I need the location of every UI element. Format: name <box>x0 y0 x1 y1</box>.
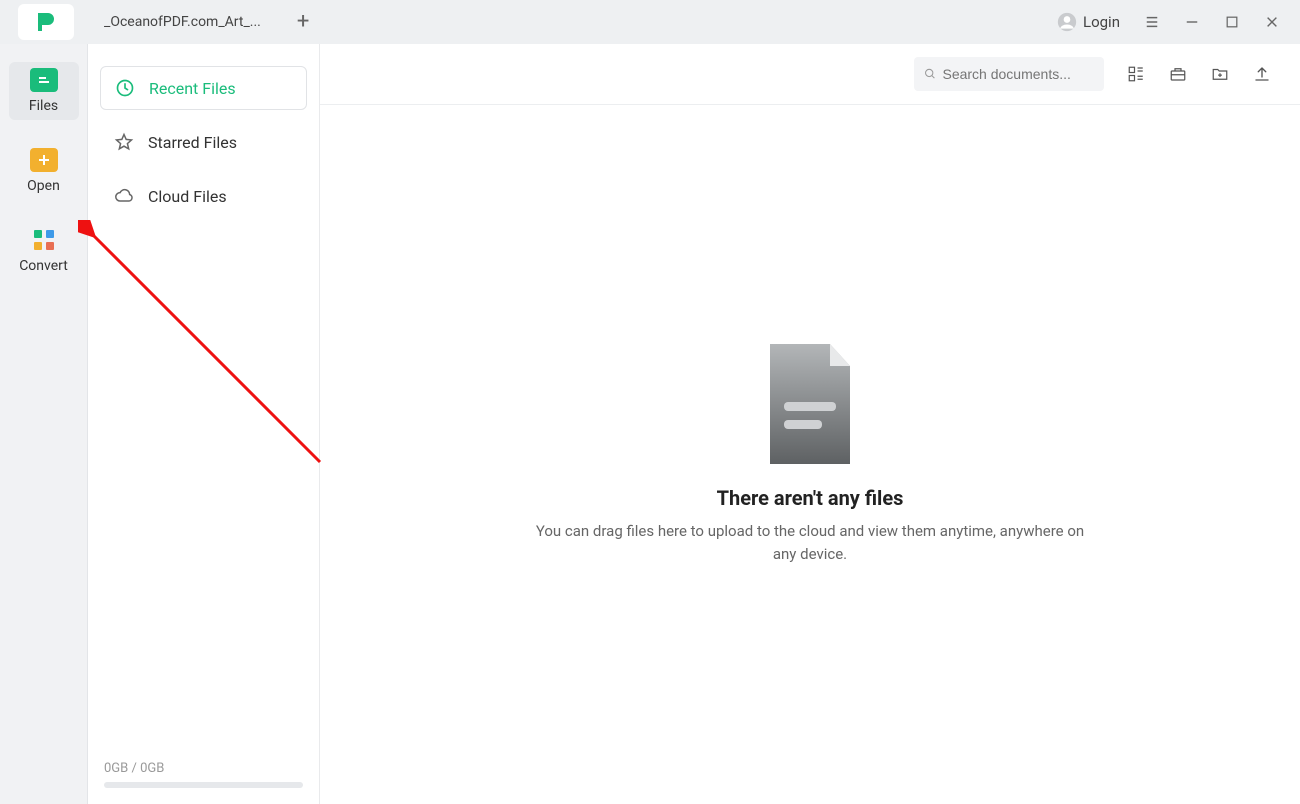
search-box[interactable] <box>914 57 1104 91</box>
empty-subtitle: You can drag files here to upload to the… <box>530 520 1090 565</box>
empty-title: There aren't any files <box>717 486 904 510</box>
titlebar: _OceanofPDF.com_Art_... + Login <box>0 0 1300 44</box>
files-icon <box>30 68 58 92</box>
nav-label-starred: Starred Files <box>148 133 237 152</box>
login-label: Login <box>1083 13 1120 31</box>
rail-label-open: Open <box>27 178 60 194</box>
rail-label-files: Files <box>29 98 58 114</box>
app-logo-icon <box>34 10 58 34</box>
cloud-icon <box>114 186 134 206</box>
hamburger-icon <box>1145 15 1159 29</box>
maximize-icon <box>1225 15 1239 29</box>
folder-plus-icon <box>1211 65 1229 83</box>
close-button[interactable] <box>1252 0 1292 44</box>
document-tab[interactable]: _OceanofPDF.com_Art_... <box>104 14 261 30</box>
rail-label-convert: Convert <box>19 258 68 274</box>
upload-button[interactable] <box>1252 64 1272 84</box>
rail-item-open[interactable]: Open <box>9 142 79 200</box>
storage-text: 0GB / 0GB <box>104 761 303 776</box>
view-grid-icon <box>1127 65 1145 83</box>
minimize-button[interactable] <box>1172 0 1212 44</box>
new-folder-button[interactable] <box>1210 64 1230 84</box>
left-rail: Files Open Convert <box>0 44 88 804</box>
view-toggle-button[interactable] <box>1126 64 1146 84</box>
main-content: There aren't any files You can drag file… <box>320 44 1300 804</box>
search-icon <box>924 67 936 81</box>
upload-icon <box>1253 65 1271 83</box>
search-input[interactable] <box>942 66 1094 82</box>
rail-item-convert[interactable]: Convert <box>9 222 79 280</box>
star-icon <box>114 132 134 152</box>
user-icon <box>1057 12 1077 32</box>
nav-label-recent: Recent Files <box>149 79 236 98</box>
login-button[interactable]: Login <box>1057 12 1120 32</box>
nav-label-cloud: Cloud Files <box>148 187 227 206</box>
new-tab-button[interactable]: + <box>297 11 309 33</box>
maximize-button[interactable] <box>1212 0 1252 44</box>
nav-item-cloud-files[interactable]: Cloud Files <box>100 174 307 218</box>
convert-icon <box>30 228 58 252</box>
toolbar-divider <box>320 104 1300 105</box>
empty-state: There aren't any files You can drag file… <box>320 344 1300 565</box>
tool-briefcase-button[interactable] <box>1168 64 1188 84</box>
nav-item-starred-files[interactable]: Starred Files <box>100 120 307 164</box>
nav-item-recent-files[interactable]: Recent Files <box>100 66 307 110</box>
toolbar <box>320 44 1300 104</box>
secondary-nav: Recent Files Starred Files Cloud Files 0… <box>88 44 320 804</box>
empty-document-icon <box>760 344 860 464</box>
briefcase-icon <box>1169 65 1187 83</box>
rail-item-files[interactable]: Files <box>9 62 79 120</box>
open-icon <box>30 148 58 172</box>
minimize-icon <box>1185 15 1199 29</box>
hamburger-menu-button[interactable] <box>1132 0 1172 44</box>
app-logo-tab[interactable] <box>18 4 74 40</box>
close-icon <box>1265 15 1279 29</box>
clock-icon <box>115 78 135 98</box>
storage-indicator: 0GB / 0GB <box>100 761 307 794</box>
storage-bar <box>104 782 303 788</box>
